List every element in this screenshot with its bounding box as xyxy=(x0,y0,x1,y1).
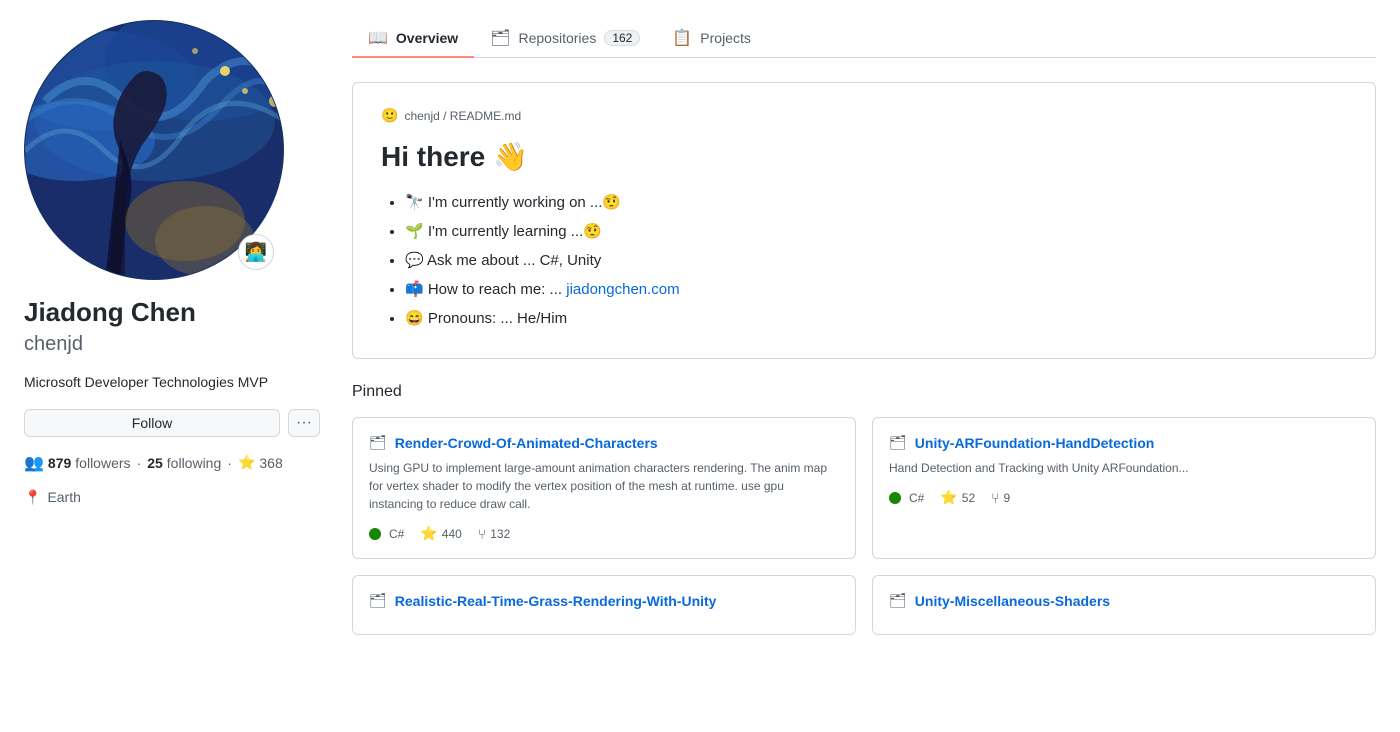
tab-overview[interactable]: 📖 Overview xyxy=(352,20,474,58)
people-icon: 👥 xyxy=(24,453,44,473)
fork-icon-1: ⑂ xyxy=(478,526,486,542)
repo-icon-3: 🗂 xyxy=(369,592,387,609)
repo-stars-1: ⭐ 440 xyxy=(420,525,461,542)
projects-icon: 📋 xyxy=(672,28,692,48)
followers-link[interactable]: 879 xyxy=(48,455,71,471)
fork-icon-2: ⑂ xyxy=(991,490,999,506)
profile-bio: Microsoft Developer Technologies MVP xyxy=(24,372,320,393)
follow-button[interactable]: Follow xyxy=(24,409,280,437)
stars-count: 368 xyxy=(259,455,282,471)
readme-item-4: 📫 How to reach me: ... jiadongchen.com xyxy=(405,276,1347,303)
website-link[interactable]: jiadongchen.com xyxy=(566,281,679,298)
sidebar: 👩‍💻 Jiadong Chen chenjd Microsoft Develo… xyxy=(24,20,320,635)
tab-overview-label: Overview xyxy=(396,30,458,46)
bottom-card-1-header: 🗂 Realistic-Real-Time-Grass-Rendering-Wi… xyxy=(369,592,839,609)
lang-dot-1 xyxy=(369,528,381,540)
readme-item-1: 🔭 I'm currently working on ...🤨 xyxy=(405,189,1347,216)
bottom-pinned-grid: 🗂 Realistic-Real-Time-Grass-Rendering-Wi… xyxy=(352,575,1376,635)
bottom-card-1: 🗂 Realistic-Real-Time-Grass-Rendering-Wi… xyxy=(352,575,856,635)
pinned-card-2-header: 🗂 Unity-ARFoundation-HandDetection xyxy=(889,434,1359,451)
lang-dot-2 xyxy=(889,492,901,504)
star-icon: ⭐ xyxy=(238,454,255,471)
profile-username: chenjd xyxy=(24,333,320,356)
readme-list: 🔭 I'm currently working on ...🤨 🌱 I'm cu… xyxy=(381,189,1347,332)
repositories-icon: 🗂 xyxy=(490,28,510,48)
repo-icon-1: 🗂 xyxy=(369,434,387,451)
tab-projects[interactable]: 📋 Projects xyxy=(656,20,767,58)
bottom-card-2-header: 🗂 Unity-Miscellaneous-Shaders xyxy=(889,592,1359,609)
readme-item-5: 😄 Pronouns: ... He/Him xyxy=(405,305,1347,332)
repo-link-1[interactable]: Render-Crowd-Of-Animated-Characters xyxy=(395,435,658,451)
repo-meta-1: C# ⭐ 440 ⑂ 132 xyxy=(369,525,839,542)
stats-row: 👥 879 followers · 25 following · ⭐ 368 xyxy=(24,453,320,473)
repo-lang-1: C# xyxy=(369,527,404,541)
smiley-icon: 🙂 xyxy=(381,107,398,124)
stats-separator-1: · xyxy=(137,455,142,471)
repo-icon-2: 🗂 xyxy=(889,434,907,451)
readme-path: chenjd / README.md xyxy=(404,109,521,123)
readme-card: 🙂 chenjd / README.md Hi there 👋 🔭 I'm cu… xyxy=(352,82,1376,359)
repo-forks-1: ⑂ 132 xyxy=(478,526,510,542)
readme-title: Hi there 👋 xyxy=(381,140,1347,173)
bottom-card-2: 🗂 Unity-Miscellaneous-Shaders xyxy=(872,575,1376,635)
pinned-card-2: 🗂 Unity-ARFoundation-HandDetection Hand … xyxy=(872,417,1376,559)
repositories-badge: 162 xyxy=(604,30,640,46)
pinned-grid: 🗂 Render-Crowd-Of-Animated-Characters Us… xyxy=(352,417,1376,559)
following-link[interactable]: 25 xyxy=(147,455,163,471)
repo-stars-2: ⭐ 52 xyxy=(940,489,975,506)
profile-name: Jiadong Chen xyxy=(24,296,320,329)
pinned-title: Pinned xyxy=(352,383,1376,401)
overview-icon: 📖 xyxy=(368,28,388,48)
repo-link-3[interactable]: Realistic-Real-Time-Grass-Rendering-With… xyxy=(395,593,717,609)
repo-meta-2: C# ⭐ 52 ⑂ 9 xyxy=(889,489,1359,506)
profile-actions: Follow ··· xyxy=(24,409,320,437)
star-icon-1: ⭐ xyxy=(420,525,437,542)
star-icon-2: ⭐ xyxy=(940,489,957,506)
repo-lang-2: C# xyxy=(889,491,924,505)
readme-item-2: 🌱 I'm currently learning ...🤨 xyxy=(405,218,1347,245)
followers-count: 879 xyxy=(48,455,71,471)
repo-link-4[interactable]: Unity-Miscellaneous-Shaders xyxy=(915,593,1110,609)
stats-separator-2: · xyxy=(227,455,232,471)
following-label: following xyxy=(167,455,221,471)
repo-forks-2: ⑂ 9 xyxy=(991,490,1010,506)
followers-label: followers xyxy=(75,455,130,471)
readme-item-3: 💬 Ask me about ... C#, Unity xyxy=(405,247,1347,274)
more-options-button[interactable]: ··· xyxy=(288,409,320,437)
avatar-container: 👩‍💻 xyxy=(24,20,284,280)
avatar-emoji-badge: 👩‍💻 xyxy=(238,234,274,270)
pinned-card-1-header: 🗂 Render-Crowd-Of-Animated-Characters xyxy=(369,434,839,451)
repo-desc-2: Hand Detection and Tracking with Unity A… xyxy=(889,459,1359,477)
readme-header: 🙂 chenjd / README.md xyxy=(381,107,1347,124)
tab-repositories-label: Repositories xyxy=(519,30,597,46)
location-text: Earth xyxy=(47,489,80,505)
repo-icon-4: 🗂 xyxy=(889,592,907,609)
tabs-bar: 📖 Overview 🗂 Repositories 162 📋 Projects xyxy=(352,20,1376,58)
tab-repositories[interactable]: 🗂 Repositories 162 xyxy=(474,20,656,58)
location-icon: 📍 xyxy=(24,489,41,506)
repo-link-2[interactable]: Unity-ARFoundation-HandDetection xyxy=(915,435,1155,451)
following-count: 25 xyxy=(147,455,163,471)
main-content: 📖 Overview 🗂 Repositories 162 📋 Projects… xyxy=(352,20,1376,635)
pinned-card-1: 🗂 Render-Crowd-Of-Animated-Characters Us… xyxy=(352,417,856,559)
tab-projects-label: Projects xyxy=(700,30,751,46)
pinned-section: Pinned 🗂 Render-Crowd-Of-Animated-Charac… xyxy=(352,383,1376,635)
location-row: 📍 Earth xyxy=(24,489,320,506)
repo-desc-1: Using GPU to implement large-amount anim… xyxy=(369,459,839,513)
